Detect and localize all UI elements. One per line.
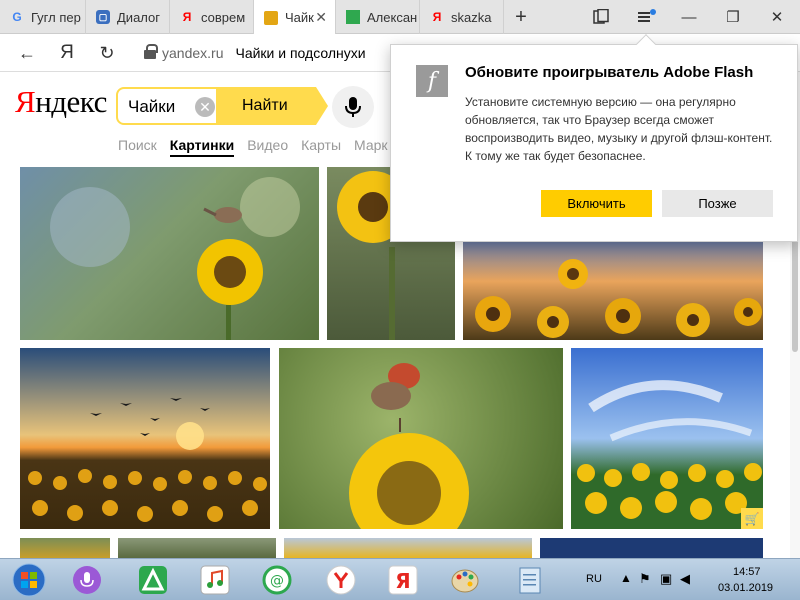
flag-icon[interactable]: ⚑ [639,571,651,587]
network-icon[interactable]: ▣ [660,571,672,587]
menu-icon[interactable] [630,0,664,34]
sunflower-icon [264,10,278,25]
close-icon[interactable]: ✕ [315,9,327,26]
enable-button[interactable]: Включить [541,190,652,217]
tab-skazka[interactable]: Я skazka [420,0,504,34]
url-page-title: Чайки и подсолнухи [235,45,366,61]
yandex-icon: Я [182,10,192,24]
paint-icon[interactable] [436,561,494,599]
minimize-icon[interactable]: — [672,0,706,34]
reload-icon[interactable]: ↻ [94,40,120,66]
image-result[interactable] [279,348,563,529]
clock-date[interactable]: 03.01.2019 [718,582,773,594]
image-result[interactable] [20,348,270,529]
start-button[interactable] [0,561,58,599]
yandex-browser-icon[interactable] [312,561,370,599]
popup-title: Обновите проигрыватель Adobe Flash [465,64,754,81]
mail-agent-icon[interactable]: @ [248,561,306,599]
yandex-home-icon[interactable]: Я [54,40,80,66]
green-square-icon [346,10,360,24]
lock-icon [144,44,158,60]
yandex-icon[interactable]: Я [374,561,432,599]
music-icon[interactable] [186,561,244,599]
tab-title: Алексан [367,9,418,25]
tab-title: Чайк [285,10,314,25]
google-icon: G [12,10,22,24]
url-domain: yandex.ru [162,45,224,61]
tab-bar: G Гугл пер ▢ Диалог Я соврем Чайк ✕ Алек… [0,0,800,35]
chat-icon: ▢ [96,10,110,24]
popup-body: Установите системную версию — она регуля… [465,95,773,163]
clear-icon[interactable]: ✕ [195,97,215,117]
tab-aleksan[interactable]: Алексан [336,0,420,34]
service-search[interactable]: Поиск [118,137,157,157]
find-button[interactable]: Найти [216,87,328,125]
services-nav: Поиск Картинки Видео Карты Марк [118,137,401,157]
service-video[interactable]: Видео [247,137,288,157]
service-market[interactable]: Марк [354,137,388,157]
back-icon[interactable]: ← [14,40,40,66]
image-result[interactable] [463,242,763,340]
tab-chayki[interactable]: Чайк ✕ [254,0,336,35]
service-images[interactable]: Картинки [169,137,235,157]
service-maps[interactable]: Карты [301,137,341,157]
tab-title: Гугл пер [31,9,81,25]
image-result[interactable]: 🛒 [571,348,763,529]
tab-title: skazka [451,9,492,25]
close-window-icon[interactable]: ✕ [760,0,794,34]
image-result[interactable] [118,538,276,558]
flash-icon: f [416,65,448,97]
alice-icon[interactable] [58,561,116,599]
image-result[interactable] [20,167,319,340]
later-button[interactable]: Позже [662,190,773,217]
search-query: Чайки [128,97,176,116]
yandex-icon: Я [432,10,442,24]
cart-icon[interactable]: 🛒 [741,508,763,529]
svg-text:Я: Я [395,569,410,593]
bookmarks-icon[interactable] [584,0,618,34]
tab-title: Диалог [117,9,160,25]
new-tab-button[interactable]: + [504,0,538,34]
image-result[interactable] [284,538,532,558]
notepad-icon[interactable] [500,561,558,599]
restore-icon[interactable]: ❐ [716,0,750,34]
tab-dialog[interactable]: ▢ Диалог [86,0,170,34]
launcher-icon[interactable] [124,561,182,599]
clock-time[interactable]: 14:57 [733,566,761,578]
image-result[interactable] [20,538,110,558]
tray-arrow-icon[interactable]: ▲ [620,571,632,585]
microphone-icon[interactable] [332,86,374,128]
tab-google-translate[interactable]: G Гугл пер [0,0,86,34]
logo-first-letter: Я [15,84,36,119]
tab-sovrem[interactable]: Я соврем [170,0,254,34]
taskbar: @ Я RU ▲ ⚑ ▣ ◀ 14:57 03.01.2019 [0,558,800,600]
yandex-logo[interactable]: Яндекс [15,84,107,120]
tab-title: соврем [201,9,246,25]
svg-text:@: @ [270,573,284,589]
logo-rest: ндекс [35,84,107,119]
image-result[interactable] [540,538,763,558]
flash-update-popup: f Обновите проигрыватель Adobe Flash Уст… [390,34,798,242]
language-indicator[interactable]: RU [586,573,602,585]
volume-icon[interactable]: ◀ [680,571,690,587]
